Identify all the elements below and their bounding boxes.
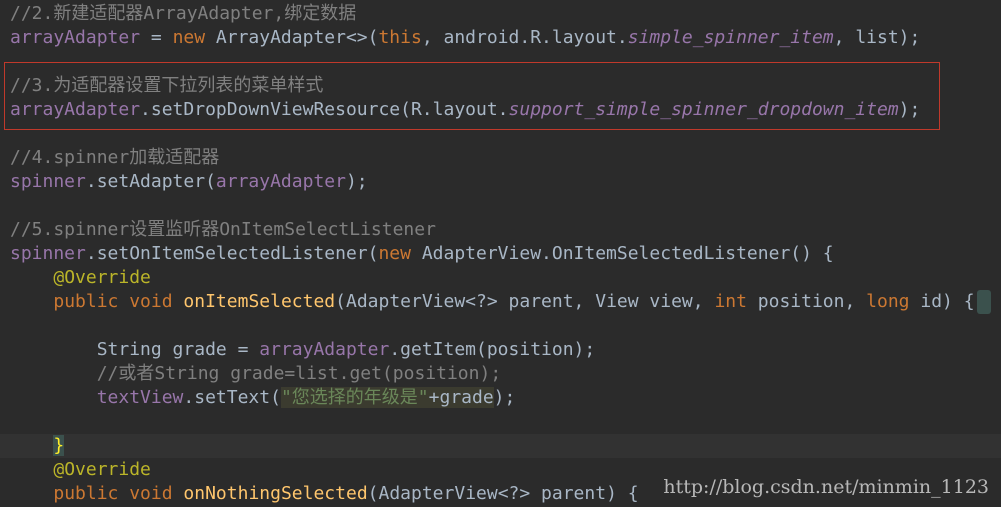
static-field: simple_spinner_item bbox=[627, 27, 834, 48]
code-text: .setDropDownViewResource(R.layout. bbox=[140, 99, 509, 120]
field-ref: arrayAdapter bbox=[259, 339, 390, 360]
field-ref: spinner bbox=[10, 243, 86, 264]
code-editor[interactable]: //2.新建适配器ArrayAdapter,绑定数据 arrayAdapter … bbox=[0, 0, 1001, 507]
code-text: , list); bbox=[833, 27, 921, 48]
code-text: .getItem(position); bbox=[389, 339, 596, 360]
code-line-2[interactable]: arrayAdapter = new ArrayAdapter<>(this, … bbox=[0, 26, 1001, 50]
code-line-6[interactable]: spinner.setAdapter(arrayAdapter); bbox=[0, 170, 1001, 194]
code-text: .setOnItemSelectedListener( bbox=[85, 243, 379, 264]
code-line-7[interactable]: //5.spinner设置监听器OnItemSelectListener bbox=[0, 218, 1001, 242]
keyword: new bbox=[378, 243, 411, 264]
code-line-10[interactable]: public void onItemSelected(AdapterView<?… bbox=[0, 290, 1001, 314]
code-line-4[interactable]: arrayAdapter.setDropDownViewResource(R.l… bbox=[0, 98, 1001, 122]
code-text: String grade = bbox=[96, 339, 260, 360]
field-ref: arrayAdapter bbox=[10, 99, 141, 120]
code-line-1[interactable]: //2.新建适配器ArrayAdapter,绑定数据 bbox=[0, 2, 1001, 26]
comment: //或者String grade=list.get(position); bbox=[96, 363, 502, 384]
field-ref: arrayAdapter bbox=[215, 171, 346, 192]
code-line-9[interactable]: @Override bbox=[0, 266, 1001, 290]
closing-brace: } bbox=[53, 435, 65, 456]
keyword: this bbox=[378, 27, 422, 48]
code-line-11[interactable]: String grade = arrayAdapter.getItem(posi… bbox=[0, 338, 1001, 362]
field-ref: spinner bbox=[10, 171, 86, 192]
code-text: = bbox=[140, 27, 173, 48]
code-line-8[interactable]: spinner.setOnItemSelectedListener(new Ad… bbox=[0, 242, 1001, 266]
keyword: int bbox=[714, 291, 747, 312]
field-ref: arrayAdapter bbox=[10, 27, 141, 48]
code-line-14[interactable]: } bbox=[0, 434, 1001, 458]
code-line-3[interactable]: //3.为适配器设置下拉列表的菜单样式 bbox=[0, 74, 1001, 98]
code-text: .setText( bbox=[183, 387, 281, 408]
code-text: ); bbox=[493, 387, 516, 408]
string-literal: "您选择的年级是" bbox=[280, 387, 429, 408]
method-name: onItemSelected bbox=[183, 291, 336, 312]
code-text: ); bbox=[898, 99, 921, 120]
keyword: new bbox=[172, 27, 206, 48]
code-text: AdapterView.OnItemSelectedListener() { bbox=[410, 243, 834, 264]
comment: //2.新建适配器ArrayAdapter,绑定数据 bbox=[10, 3, 357, 24]
keyword: public void bbox=[53, 483, 173, 504]
keyword: public void bbox=[53, 291, 173, 312]
code-line-12[interactable]: //或者String grade=list.get(position); bbox=[0, 362, 1001, 386]
code-text: id) { bbox=[909, 291, 975, 312]
code-text: +grade bbox=[428, 387, 494, 408]
comment: //4.spinner加载适配器 bbox=[10, 147, 220, 168]
code-text: , android.R.layout. bbox=[421, 27, 628, 48]
watermark: http://blog.csdn.net/minmin_1123 bbox=[663, 476, 989, 498]
keyword: long bbox=[866, 291, 910, 312]
annotation: @Override bbox=[53, 459, 151, 480]
comment: //3.为适配器设置下拉列表的菜单样式 bbox=[10, 75, 324, 96]
comment: //5.spinner设置监听器OnItemSelectListener bbox=[10, 219, 436, 240]
annotation: @Override bbox=[53, 267, 151, 288]
code-text: (AdapterView<?> parent) { bbox=[367, 483, 639, 504]
code-line-5[interactable]: //4.spinner加载适配器 bbox=[0, 146, 1001, 170]
code-text: ); bbox=[345, 171, 368, 192]
method-name: onNothingSelected bbox=[183, 483, 368, 504]
field-ref: textView bbox=[96, 387, 184, 408]
code-text: .setAdapter( bbox=[85, 171, 216, 192]
brace-match-marker bbox=[977, 290, 991, 314]
static-field: support_simple_spinner_dropdown_item bbox=[508, 99, 899, 120]
code-text: (AdapterView<?> parent, View view, bbox=[335, 291, 715, 312]
code-text: position, bbox=[746, 291, 867, 312]
code-line-13[interactable]: textView.setText("您选择的年级是"+grade); bbox=[0, 386, 1001, 410]
code-text: ArrayAdapter<>( bbox=[205, 27, 379, 48]
